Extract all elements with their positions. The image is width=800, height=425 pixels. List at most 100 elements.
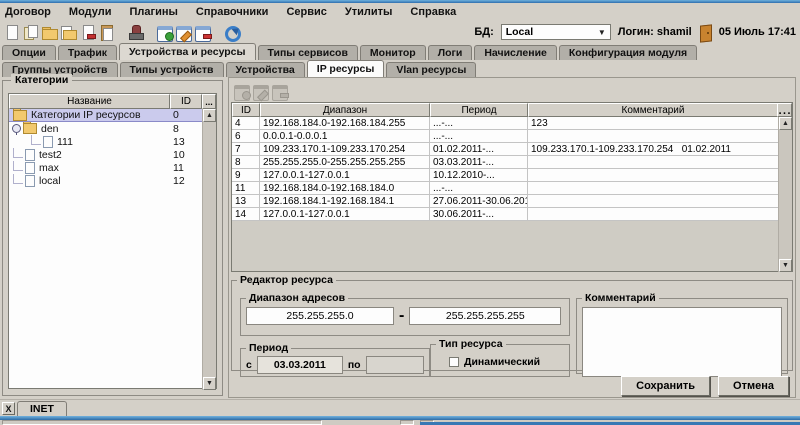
- application-window: Договор Модули Плагины Справочники Серви…: [0, 0, 800, 425]
- tree-row-max[interactable]: max 11: [9, 161, 202, 174]
- chevron-down-icon: ▼: [598, 28, 606, 37]
- session-tab-inet[interactable]: INET: [17, 401, 67, 416]
- db-label: БД:: [474, 26, 493, 38]
- close-session-button[interactable]: X: [2, 402, 15, 415]
- folder-document-icon[interactable]: [60, 24, 77, 40]
- tab-logi[interactable]: Логи: [428, 45, 473, 60]
- session-tabbar: X INET: [0, 399, 800, 416]
- categories-title: Категории: [11, 74, 72, 86]
- tree-connector: [13, 148, 23, 158]
- tree-vertical-scrollbar[interactable]: ▲ ▼: [202, 109, 216, 390]
- menu-servis[interactable]: Сервис: [286, 6, 326, 18]
- cell-comment: [528, 156, 778, 168]
- tree-header-name[interactable]: Название: [9, 94, 170, 109]
- tab-vlan-resursy[interactable]: Vlan ресурсы: [386, 62, 476, 77]
- col-range[interactable]: Диапазон: [260, 103, 430, 117]
- cell-period: ...-...: [430, 182, 528, 194]
- col-period[interactable]: Период: [430, 103, 528, 117]
- cell-comment: [528, 182, 778, 194]
- tab-ustroystva-i-resursy[interactable]: Устройства и ресурсы: [119, 43, 255, 60]
- tab-ip-resursy[interactable]: IP ресурсы: [307, 60, 385, 77]
- table-vertical-scrollbar[interactable]: ▲ ▼: [778, 117, 792, 272]
- resource-type-groupbox: Тип ресурса Динамический: [430, 338, 570, 377]
- tree-header-id[interactable]: ID: [170, 94, 202, 109]
- copy-document-icon[interactable]: [22, 24, 39, 40]
- col-id[interactable]: ID: [232, 103, 260, 117]
- add-resource-icon[interactable]: [233, 83, 250, 99]
- delete-resource-icon[interactable]: [271, 83, 288, 99]
- cell-period: 01.02.2011-...: [430, 143, 528, 155]
- cell-id: 8: [232, 156, 260, 168]
- tree-row-111[interactable]: 111 13: [9, 135, 202, 148]
- module-tabs: Опции Трафик Устройства и ресурсы Типы с…: [0, 43, 800, 60]
- cell-id: 11: [232, 182, 260, 194]
- menu-utility[interactable]: Утилиты: [345, 6, 393, 18]
- period-title: Период: [246, 342, 291, 354]
- tree-row-test2[interactable]: test2 10: [9, 148, 202, 161]
- col-comment[interactable]: Комментарий: [528, 103, 778, 117]
- menu-plaginy[interactable]: Плагины: [129, 6, 177, 18]
- tab-opcii[interactable]: Опции: [2, 45, 56, 60]
- table-row[interactable]: 13 192.168.184.1-192.168.184.1 27.06.201…: [232, 195, 778, 208]
- tab-tipy-servisov[interactable]: Типы сервисов: [258, 45, 358, 60]
- cell-range: 192.168.184.0-192.168.184.0: [260, 182, 430, 194]
- tree-row-den[interactable]: den 8: [9, 122, 202, 135]
- scroll-up-icon[interactable]: ▲: [779, 117, 792, 130]
- menu-dogovor[interactable]: Договор: [5, 6, 51, 18]
- tab-tipy-ustroystv[interactable]: Типы устройств: [120, 62, 224, 77]
- scroll-down-icon[interactable]: ▼: [203, 377, 216, 390]
- dynamic-checkbox[interactable]: [449, 357, 459, 367]
- login-label: Логин: shamil: [618, 26, 692, 38]
- file-icon: [43, 136, 53, 148]
- table-row[interactable]: 7 109.233.170.1-109.233.170.254 01.02.20…: [232, 143, 778, 156]
- paste-icon[interactable]: [98, 24, 115, 40]
- menu-moduli[interactable]: Модули: [69, 6, 112, 18]
- tab-monitor[interactable]: Монитор: [360, 45, 426, 60]
- folder-icon: [23, 123, 37, 134]
- table-header-more-button[interactable]: ...: [777, 103, 792, 117]
- delete-record-icon[interactable]: [194, 24, 211, 40]
- tab-ustroystva[interactable]: Устройства: [226, 62, 305, 77]
- resource-editor-title: Редактор ресурса: [237, 274, 336, 286]
- scroll-down-icon[interactable]: ▼: [779, 259, 792, 272]
- period-from-label: с: [246, 359, 252, 371]
- tree-connector: [31, 135, 41, 145]
- period-from-input[interactable]: 03.03.2011: [257, 356, 343, 374]
- period-to-input[interactable]: [366, 356, 424, 374]
- tree-header-more-button[interactable]: ...: [202, 94, 216, 109]
- tree-row-local[interactable]: local 12: [9, 174, 202, 187]
- comment-textarea[interactable]: [582, 307, 782, 377]
- table-row[interactable]: 4 192.168.184.0-192.168.184.255 ...-... …: [232, 117, 778, 130]
- tab-konfiguraciya-modulya[interactable]: Конфигурация модуля: [559, 45, 697, 60]
- stamp-icon[interactable]: [127, 24, 144, 40]
- refresh-icon[interactable]: [223, 24, 240, 40]
- scroll-up-icon[interactable]: ▲: [203, 109, 216, 122]
- table-row[interactable]: 14 127.0.0.1-127.0.0.1 30.06.2011-...: [232, 208, 778, 221]
- menu-spravka[interactable]: Справка: [410, 6, 456, 18]
- tab-nachislenie[interactable]: Начисление: [474, 45, 557, 60]
- tree-label: local: [39, 175, 61, 187]
- range-from-input[interactable]: 255.255.255.0: [246, 307, 394, 325]
- edit-record-icon[interactable]: [175, 24, 192, 40]
- table-row[interactable]: 8 255.255.255.0-255.255.255.255 03.03.20…: [232, 156, 778, 169]
- new-document-icon[interactable]: [3, 24, 20, 40]
- menu-spravochniki[interactable]: Справочники: [196, 6, 269, 18]
- tree-expander-icon[interactable]: [12, 124, 21, 133]
- cell-range: 127.0.0.1-127.0.0.1: [260, 169, 430, 181]
- tab-trafik[interactable]: Трафик: [58, 45, 117, 60]
- logout-door-icon[interactable]: [699, 25, 712, 40]
- cancel-button[interactable]: Отмена: [718, 376, 789, 396]
- cell-range: 0.0.0.1-0.0.0.1: [260, 130, 430, 142]
- db-select[interactable]: Local ▼: [501, 24, 611, 40]
- edit-resource-icon[interactable]: [252, 83, 269, 99]
- table-row[interactable]: 6 0.0.0.1-0.0.0.1 ...-...: [232, 130, 778, 143]
- save-button[interactable]: Сохранить: [621, 376, 710, 396]
- resources-table: ID Диапазон Период Комментарий 4 192.168…: [231, 102, 793, 272]
- table-row[interactable]: 11 192.168.184.0-192.168.184.0 ...-...: [232, 182, 778, 195]
- tree-row-root[interactable]: Категории IP ресурсов 0: [9, 109, 202, 122]
- folder-icon[interactable]: [41, 24, 58, 40]
- table-row[interactable]: 9 127.0.0.1-127.0.0.1 10.12.2010-...: [232, 169, 778, 182]
- delete-document-icon[interactable]: [79, 24, 96, 40]
- add-record-icon[interactable]: [156, 24, 173, 40]
- range-to-input[interactable]: 255.255.255.255: [409, 307, 561, 325]
